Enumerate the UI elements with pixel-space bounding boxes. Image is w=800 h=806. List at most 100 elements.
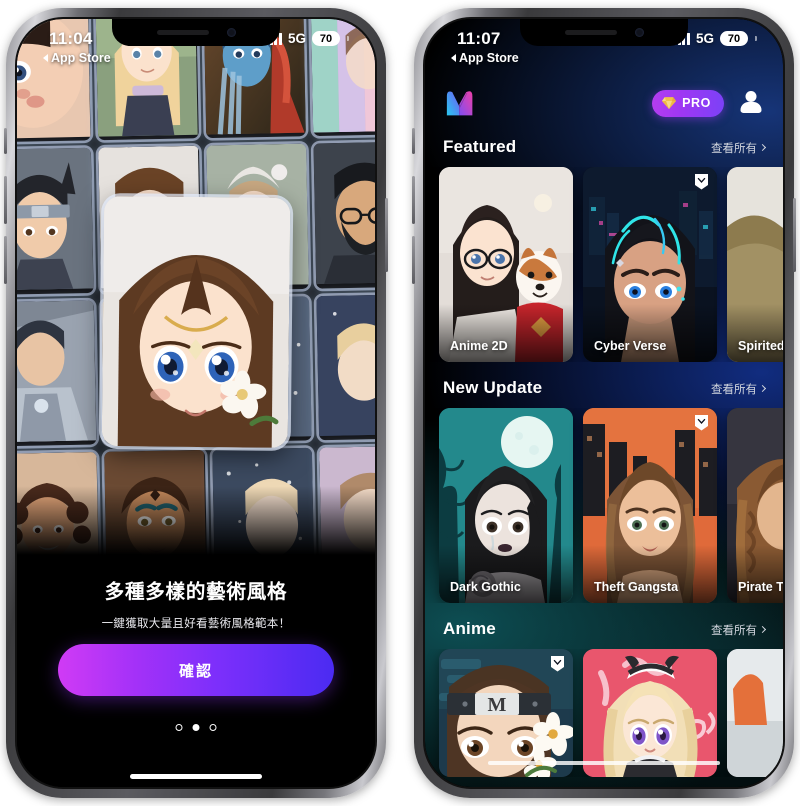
section-header: Anime 查看所有 — [425, 607, 783, 649]
style-card[interactable]: M — [439, 649, 573, 777]
volume-up-button[interactable] — [4, 176, 7, 224]
right-notch — [520, 19, 688, 46]
m-logo-icon[interactable] — [443, 87, 477, 119]
collage-tile — [313, 141, 375, 288]
card-title: Theft Gangsta — [594, 580, 679, 594]
style-collage — [17, 19, 375, 566]
page-dot[interactable] — [175, 724, 183, 731]
earpiece-speaker — [156, 30, 209, 35]
chevron-right-icon — [758, 625, 767, 634]
home-indicator[interactable] — [130, 774, 262, 779]
section-header: New Update 查看所有 — [425, 366, 783, 408]
card-shade — [439, 304, 573, 362]
card-title: Spirited — [738, 339, 783, 353]
collage-fade — [17, 486, 375, 566]
right-phone-inner: PRO Featured 查看所有 Anime 2D Cyber Verse S… — [423, 17, 785, 789]
see-all-link[interactable]: 查看所有 — [711, 622, 767, 638]
back-arrow-icon — [43, 54, 48, 62]
card-shade — [439, 545, 573, 603]
confirm-button[interactable]: 確認 — [58, 644, 334, 696]
silent-switch[interactable] — [4, 128, 7, 154]
see-all-label: 查看所有 — [711, 625, 757, 637]
style-card[interactable] — [727, 649, 783, 777]
saved-badge-icon — [695, 415, 708, 431]
section-new-update: New Update 查看所有 Dark Gothic Theft Gangst… — [425, 366, 783, 603]
avatar-head-icon — [745, 91, 757, 102]
style-card[interactable]: Theft Gangsta — [583, 408, 717, 603]
back-to-app-store-link[interactable]: App Store — [43, 51, 111, 65]
front-camera-icon — [634, 28, 644, 37]
see-all-label: 查看所有 — [711, 143, 757, 155]
pro-label: PRO — [682, 96, 711, 110]
onboarding-view: 多種多樣的藝術風格 一鍵獲取大量且好看藝術風格範本！ 確認 — [17, 19, 375, 787]
left-phone-frame: 多種多樣的藝術風格 一鍵獲取大量且好看藝術風格範本！ 確認 11:04 5G 7… — [4, 8, 388, 798]
street-thumb-art — [727, 649, 783, 777]
card-row[interactable]: Dark Gothic Theft Gangsta Pirate T — [425, 408, 783, 603]
volume-up-button[interactable] — [412, 176, 415, 224]
bearded-man-glasses-art — [313, 141, 375, 285]
card-title: Anime 2D — [450, 339, 508, 353]
card-shade — [583, 304, 717, 362]
card-row[interactable]: Anime 2D Cyber Verse Spirited — [425, 167, 783, 362]
card-shade — [727, 304, 783, 362]
hero-style-card — [101, 196, 291, 448]
power-button[interactable] — [385, 198, 388, 272]
saved-badge-icon — [551, 656, 564, 672]
collage-tile — [17, 299, 97, 446]
section-anime: Anime 查看所有 M — [425, 607, 783, 777]
svg-text:M: M — [488, 694, 507, 716]
style-card[interactable]: Anime 2D — [439, 167, 573, 362]
collage-tile — [17, 19, 91, 143]
section-title: Anime — [443, 619, 496, 638]
style-card[interactable]: Spirited — [727, 167, 783, 362]
collage-tile — [17, 148, 94, 294]
collage-tile — [316, 293, 375, 440]
back-link-label: App Store — [51, 51, 111, 65]
page-dot[interactable] — [209, 724, 217, 731]
volume-down-button[interactable] — [4, 236, 7, 284]
left-phone-screen: 多種多樣的藝術風格 一鍵獲取大量且好看藝術風格範本！ 確認 11:04 5G 7… — [17, 19, 375, 787]
pro-upgrade-button[interactable]: PRO — [652, 89, 724, 117]
style-card[interactable]: Dark Gothic — [439, 408, 573, 603]
avatar-body-icon — [740, 102, 762, 113]
card-title: Dark Gothic — [450, 580, 521, 594]
saved-badge-icon — [695, 174, 708, 190]
see-all-link[interactable]: 查看所有 — [711, 381, 767, 397]
collage-tile — [310, 19, 375, 136]
card-title: Pirate T — [738, 580, 783, 594]
back-arrow-icon — [451, 54, 456, 62]
onboarding-title: 多種多樣的藝術風格 — [104, 581, 288, 603]
section-featured: Featured 查看所有 Anime 2D Cyber Verse Spiri… — [425, 125, 783, 362]
armored-knight-art — [17, 299, 97, 443]
rainbow-strip-art — [310, 19, 375, 133]
back-to-app-store-link[interactable]: App Store — [451, 51, 519, 65]
horizontal-scrollbar[interactable] — [425, 761, 783, 765]
page-dots — [175, 724, 217, 731]
power-button[interactable] — [793, 198, 796, 272]
ninja-headband-boy-art — [17, 148, 94, 291]
galaxy-portrait-art — [316, 293, 375, 437]
card-title: Cyber Verse — [594, 339, 667, 353]
section-title: Featured — [443, 137, 517, 156]
right-phone-screen: PRO Featured 查看所有 Anime 2D Cyber Verse S… — [425, 19, 783, 787]
profile-avatar-button[interactable] — [737, 89, 765, 117]
left-notch — [112, 19, 280, 46]
see-all-label: 查看所有 — [711, 384, 757, 396]
scrollbar-thumb[interactable] — [488, 761, 720, 765]
volume-down-button[interactable] — [412, 236, 415, 284]
style-card[interactable]: Cyber Verse — [583, 167, 717, 362]
app-bar: PRO — [425, 81, 783, 125]
silent-switch[interactable] — [412, 128, 415, 154]
chevron-right-icon — [758, 143, 767, 152]
feed-scroller[interactable]: Featured 查看所有 Anime 2D Cyber Verse Spiri… — [425, 125, 783, 787]
see-all-link[interactable]: 查看所有 — [711, 140, 767, 156]
page-dot-active[interactable] — [192, 724, 200, 731]
card-row[interactable]: M — [425, 649, 783, 777]
style-card[interactable] — [583, 649, 717, 777]
section-header: Featured 查看所有 — [425, 125, 783, 167]
onboarding-copy: 多種多樣的藝術風格 一鍵獲取大量且好看藝術風格範本！ — [17, 575, 375, 631]
front-camera-icon — [226, 28, 236, 37]
screenshot-stage: 多種多樣的藝術風格 一鍵獲取大量且好看藝術風格範本！ 確認 11:04 5G 7… — [0, 0, 800, 806]
style-card[interactable]: Pirate T — [727, 408, 783, 603]
section-title: New Update — [443, 378, 543, 397]
